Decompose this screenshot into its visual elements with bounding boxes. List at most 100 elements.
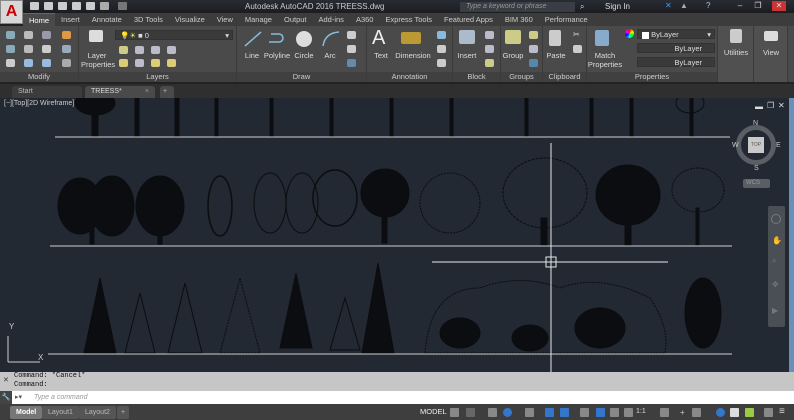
doc-tab-start[interactable]: Start [12, 86, 82, 98]
lineweight-icon[interactable] [580, 408, 589, 417]
draw-panel-title[interactable]: Draw [237, 72, 366, 82]
tab-manage[interactable]: Manage [239, 13, 278, 26]
showmotion-icon[interactable]: ▶ [772, 306, 778, 315]
units-icon[interactable] [692, 408, 701, 417]
paste-button[interactable]: Paste [543, 51, 569, 60]
tab-featured-apps[interactable]: Featured Apps [438, 13, 499, 26]
lineweight-dropdown[interactable]: ByLayer [637, 57, 715, 67]
annotation-scale-dropdown[interactable]: 1:1 [636, 408, 646, 415]
model-space-button[interactable]: MODEL [420, 407, 447, 416]
leader-icon[interactable] [437, 45, 446, 53]
stretch-icon[interactable] [6, 59, 15, 67]
annotation-visibility-icon[interactable] [596, 408, 605, 417]
layer-tool-icon[interactable] [135, 59, 144, 67]
viewcube-south[interactable]: S [754, 165, 759, 172]
exchange-icon[interactable]: ✕ [665, 1, 672, 10]
layer-tool-icon[interactable] [151, 46, 160, 54]
object-snap-tracking-icon[interactable] [545, 408, 554, 417]
open-icon[interactable] [44, 2, 53, 10]
linear-dim-icon[interactable] [437, 31, 446, 39]
view-panel[interactable]: View [754, 26, 788, 82]
tab-3d-tools[interactable]: 3D Tools [128, 13, 169, 26]
cut-icon[interactable]: ✂ [573, 30, 580, 39]
tab-performance[interactable]: Performance [539, 13, 594, 26]
edit-block-icon[interactable] [485, 45, 494, 53]
annotation-monitor-icon[interactable]: + [680, 408, 689, 417]
clean-screen-icon[interactable] [745, 408, 754, 417]
close-command-line-icon[interactable]: ✕ [3, 377, 9, 386]
layout-tab-layout2[interactable]: Layout2 [79, 406, 116, 419]
utilities-panel[interactable]: Utilities [718, 26, 754, 82]
viewcube-north[interactable]: N [753, 120, 758, 127]
pan-icon[interactable]: ✋ [772, 236, 782, 245]
tab-home[interactable]: Home [23, 13, 56, 26]
viewcube-west[interactable]: W [732, 142, 739, 149]
utilities-button[interactable]: Utilities [718, 48, 754, 57]
layer-tool-icon[interactable] [119, 46, 128, 54]
search-input[interactable]: Type a keyword or phrase [460, 2, 575, 12]
tab-annotate[interactable]: Annotate [86, 13, 128, 26]
arc-button[interactable]: Arc [321, 51, 339, 60]
layer-tool-icon[interactable] [151, 59, 160, 67]
minimize-button[interactable]: – [733, 1, 747, 11]
save-icon[interactable] [58, 2, 67, 10]
explode-icon[interactable] [62, 45, 71, 53]
save-as-icon[interactable] [72, 2, 81, 10]
ellipse-icon[interactable] [347, 45, 356, 53]
isolate-objects-icon[interactable] [716, 408, 725, 417]
layer-tool-icon[interactable] [167, 46, 176, 54]
fullscreen-icon[interactable] [764, 408, 773, 417]
workspace-gear-icon[interactable] [660, 408, 669, 417]
layer-tool-icon[interactable] [119, 59, 128, 67]
tab-output[interactable]: Output [278, 13, 313, 26]
viewport-restore-icon[interactable]: ❐ [767, 101, 774, 110]
steering-wheel-icon[interactable] [771, 214, 781, 224]
attribute-icon[interactable] [485, 59, 494, 67]
hardware-acceleration-icon[interactable] [730, 408, 739, 417]
trim-icon[interactable] [42, 31, 51, 39]
hatch-icon[interactable] [347, 59, 356, 67]
viewcube-top[interactable]: TOP [748, 137, 764, 153]
customization-menu-icon[interactable]: ≡ [779, 406, 785, 417]
grid-icon[interactable] [450, 408, 459, 417]
print-icon[interactable] [86, 2, 95, 10]
layer-tool-icon[interactable] [167, 59, 176, 67]
doc-tab-treess[interactable]: TREESS* × [85, 86, 155, 98]
isodraft-icon[interactable] [525, 408, 534, 417]
linetype-dropdown[interactable]: ByLayer [637, 43, 715, 53]
polyline-button[interactable]: Polyline [261, 51, 293, 60]
auto-scale-icon[interactable] [610, 408, 619, 417]
block-panel-title[interactable]: Block [453, 72, 500, 82]
new-tab-button[interactable]: + [160, 86, 174, 98]
new-icon[interactable] [30, 2, 39, 10]
layout-tab-layout1[interactable]: Layout1 [42, 406, 79, 419]
annotation-panel-title[interactable]: Annotation [367, 72, 452, 82]
a360-icon[interactable]: ▲ [680, 1, 688, 10]
wcs-menu[interactable]: WCS [743, 179, 770, 188]
layout-tab-model[interactable]: Model [10, 406, 43, 419]
tab-a360[interactable]: A360 [350, 13, 380, 26]
offset-icon[interactable] [62, 59, 71, 67]
layers-panel-title[interactable]: Layers [79, 72, 236, 82]
properties-panel-title[interactable]: Properties [587, 72, 717, 82]
circle-button[interactable]: Circle [292, 51, 316, 60]
group-edit-icon[interactable] [529, 45, 538, 53]
customize-icon[interactable]: 🔧 [0, 391, 12, 404]
table-icon[interactable] [437, 59, 446, 67]
clipboard-panel-title[interactable]: Clipboard [543, 72, 586, 82]
orbit-icon[interactable]: ✥ [772, 280, 779, 289]
text-button[interactable]: Text [371, 51, 391, 60]
modify-panel-title[interactable]: Modify [0, 72, 78, 82]
rotate-icon[interactable] [24, 31, 33, 39]
annotation-scale-icon[interactable] [624, 408, 633, 417]
copy-clip-icon[interactable] [573, 45, 582, 53]
command-input[interactable]: Type a command [34, 391, 784, 404]
move-icon[interactable] [6, 31, 15, 39]
binoculars-icon[interactable]: ⌕ [580, 2, 584, 12]
erase-icon[interactable] [62, 31, 71, 39]
polar-icon[interactable] [503, 408, 512, 417]
scale-icon[interactable] [24, 59, 33, 67]
tab-view[interactable]: View [211, 13, 239, 26]
copy-icon[interactable] [6, 45, 15, 53]
dimension-button[interactable]: Dimension [393, 51, 433, 60]
